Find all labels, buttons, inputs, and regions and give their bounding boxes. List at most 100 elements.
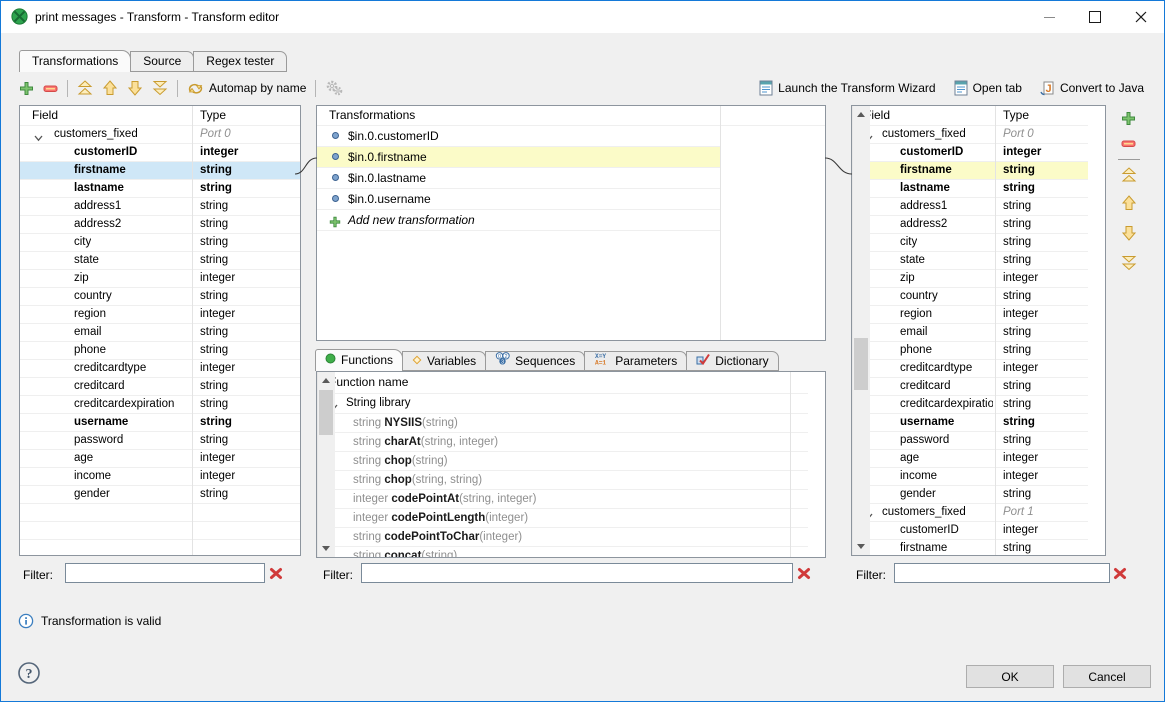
field-row[interactable]: citystring bbox=[20, 234, 300, 252]
field-row[interactable]: customerIDinteger bbox=[852, 522, 1088, 540]
field-row[interactable]: genderstring bbox=[852, 486, 1088, 504]
tab-sequences[interactable]: 023Sequences bbox=[485, 351, 585, 371]
move-up-button[interactable] bbox=[102, 80, 118, 96]
tab-regex-tester[interactable]: Regex tester bbox=[193, 51, 287, 72]
transformation-row[interactable]: $in.0.firstname bbox=[317, 147, 720, 168]
add-new-transformation-row[interactable]: Add new transformation bbox=[317, 210, 720, 231]
field-row[interactable]: passwordstring bbox=[20, 432, 300, 450]
function-row[interactable]: integer codePointLength(integer) bbox=[317, 509, 808, 528]
move-top-button[interactable] bbox=[77, 80, 93, 96]
open-tab-button[interactable]: Open tab bbox=[954, 80, 1022, 96]
field-row[interactable]: countrystring bbox=[20, 288, 300, 306]
minimize-button[interactable] bbox=[1026, 1, 1072, 33]
field-row[interactable]: phonestring bbox=[852, 342, 1088, 360]
field-row[interactable]: firstnamestring bbox=[852, 162, 1088, 180]
field-row[interactable]: firstnamestring bbox=[20, 162, 300, 180]
move-field-bottom-button[interactable] bbox=[1121, 255, 1137, 274]
transformation-row[interactable]: $in.0.customerID bbox=[317, 126, 720, 147]
output-scrollbar[interactable] bbox=[852, 106, 870, 555]
function-row[interactable]: string charAt(string, integer) bbox=[317, 433, 808, 452]
tab-source[interactable]: Source bbox=[130, 51, 194, 72]
field-row[interactable]: creditcardexpirationstring bbox=[20, 396, 300, 414]
field-row[interactable]: regioninteger bbox=[852, 306, 1088, 324]
add-field-button[interactable] bbox=[1121, 111, 1136, 129]
add-transformation-button[interactable] bbox=[19, 81, 34, 96]
tab-parameters[interactable]: X=YA=1Parameters bbox=[584, 351, 687, 371]
field-row[interactable]: creditcardstring bbox=[852, 378, 1088, 396]
move-down-button[interactable] bbox=[127, 80, 143, 96]
field-row[interactable]: lastnamestring bbox=[852, 180, 1088, 198]
remove-field-button[interactable] bbox=[1121, 136, 1136, 154]
field-row[interactable]: statestring bbox=[852, 252, 1088, 270]
field-row[interactable]: customerIDinteger bbox=[20, 144, 300, 162]
maximize-button[interactable] bbox=[1072, 1, 1118, 33]
field-row[interactable]: countrystring bbox=[852, 288, 1088, 306]
scrollbar-thumb[interactable] bbox=[319, 390, 333, 435]
close-button[interactable] bbox=[1118, 1, 1164, 33]
input-filter-field[interactable] bbox=[65, 563, 265, 583]
field-row[interactable]: usernamestring bbox=[20, 414, 300, 432]
function-row[interactable]: string chop(string, string) bbox=[317, 471, 808, 490]
field-row[interactable]: address2string bbox=[852, 216, 1088, 234]
record-group-row[interactable]: customers_fixedPort 0 bbox=[20, 126, 300, 144]
automap-button[interactable]: Automap by name bbox=[187, 81, 306, 96]
field-row[interactable]: creditcardtypeinteger bbox=[20, 360, 300, 378]
ok-button[interactable]: OK bbox=[966, 665, 1054, 688]
scroll-up-icon[interactable] bbox=[318, 372, 334, 389]
scrollbar-thumb[interactable] bbox=[854, 338, 868, 390]
output-filter-field[interactable] bbox=[894, 563, 1110, 583]
tab-functions[interactable]: Functions bbox=[315, 349, 403, 371]
field-row[interactable]: address1string bbox=[852, 198, 1088, 216]
remove-transformation-button[interactable] bbox=[43, 81, 58, 96]
cancel-button[interactable]: Cancel bbox=[1063, 665, 1151, 688]
move-bottom-button[interactable] bbox=[152, 80, 168, 96]
field-row[interactable]: creditcardexpirationstring bbox=[852, 396, 1088, 414]
field-row[interactable]: creditcardstring bbox=[20, 378, 300, 396]
field-row[interactable]: statestring bbox=[20, 252, 300, 270]
field-row[interactable]: lastnamestring bbox=[20, 180, 300, 198]
record-group-row[interactable]: customers_fixedPort 0 bbox=[852, 126, 1088, 144]
function-row[interactable]: integer codePointAt(string, integer) bbox=[317, 490, 808, 509]
move-field-up-button[interactable] bbox=[1121, 195, 1137, 214]
tab-dictionary[interactable]: Dictionary bbox=[686, 351, 778, 371]
field-row[interactable]: firstnamestring bbox=[852, 540, 1088, 555]
move-field-top-button[interactable] bbox=[1121, 167, 1137, 186]
field-row[interactable]: passwordstring bbox=[852, 432, 1088, 450]
field-row[interactable]: citystring bbox=[852, 234, 1088, 252]
scroll-down-icon[interactable] bbox=[853, 538, 869, 555]
function-library-group[interactable]: String library bbox=[317, 394, 808, 414]
function-row[interactable]: string NYSIIS(string) bbox=[317, 414, 808, 433]
field-row[interactable]: ageinteger bbox=[852, 450, 1088, 468]
scroll-down-icon[interactable] bbox=[318, 540, 334, 557]
convert-to-java-button[interactable]: J Convert to Java bbox=[1040, 80, 1144, 96]
field-row[interactable]: zipinteger bbox=[852, 270, 1088, 288]
function-row[interactable]: string chop(string) bbox=[317, 452, 808, 471]
function-row[interactable]: string concat(string) bbox=[317, 547, 808, 557]
move-field-down-button[interactable] bbox=[1121, 225, 1137, 244]
field-row[interactable]: ageinteger bbox=[20, 450, 300, 468]
field-row[interactable]: emailstring bbox=[852, 324, 1088, 342]
field-row[interactable]: zipinteger bbox=[20, 270, 300, 288]
help-button[interactable]: ? bbox=[17, 661, 41, 688]
transformation-row[interactable]: $in.0.username bbox=[317, 189, 720, 210]
field-row[interactable]: usernamestring bbox=[852, 414, 1088, 432]
field-row[interactable]: address1string bbox=[20, 198, 300, 216]
output-filter-clear-button[interactable] bbox=[1113, 567, 1127, 583]
tab-variables[interactable]: Variables bbox=[402, 351, 486, 371]
field-row[interactable]: regioninteger bbox=[20, 306, 300, 324]
field-row[interactable]: phonestring bbox=[20, 342, 300, 360]
field-row[interactable]: address2string bbox=[20, 216, 300, 234]
transformation-settings-button[interactable] bbox=[325, 80, 343, 96]
field-row[interactable]: emailstring bbox=[20, 324, 300, 342]
function-row[interactable]: string codePointToChar(integer) bbox=[317, 528, 808, 547]
field-row[interactable]: genderstring bbox=[20, 486, 300, 504]
scroll-up-icon[interactable] bbox=[853, 106, 869, 123]
field-row[interactable]: creditcardtypeinteger bbox=[852, 360, 1088, 378]
record-group-row[interactable]: customers_fixedPort 1 bbox=[852, 504, 1088, 522]
functions-filter-clear-button[interactable] bbox=[797, 567, 811, 583]
field-row[interactable]: incomeinteger bbox=[20, 468, 300, 486]
transformation-row[interactable]: $in.0.lastname bbox=[317, 168, 720, 189]
launch-wizard-button[interactable]: Launch the Transform Wizard bbox=[759, 80, 935, 96]
input-filter-clear-button[interactable] bbox=[269, 567, 283, 583]
functions-filter-field[interactable] bbox=[361, 563, 793, 583]
